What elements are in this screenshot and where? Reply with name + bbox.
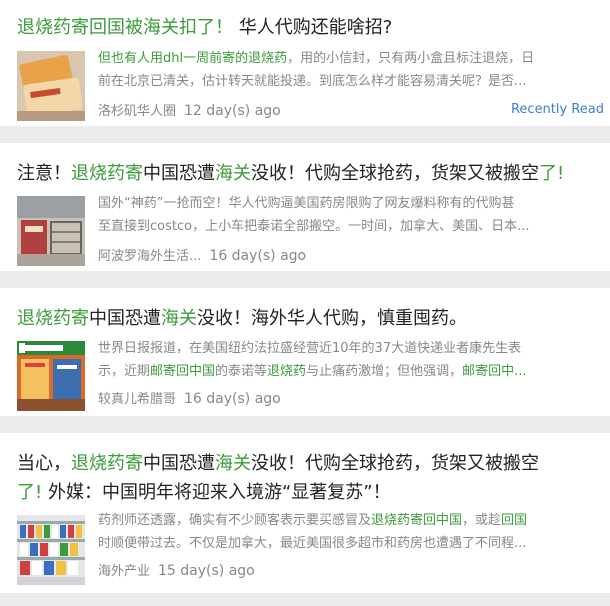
article-snippet: 药剂师还透露，确实有不少顾客表示要买感冒及退烧药寄回中国，或趁回国 时顺便带过去… [98,513,528,551]
article-thumbnail[interactable] [17,196,85,266]
post-age: 12 day(s) ago [184,103,281,119]
source-name[interactable]: 洛杉矶华人圈 [98,104,176,119]
article-meta: 海外产业 15 day(s) ago [98,560,255,579]
article-snippet: 世界日报报道，在美国纽约法拉盛经营近10年的37大道快递业者康先生表 示，近期邮… [98,341,527,379]
article-title[interactable]: 退烧药寄中国恐遭海关没收！海外华人代购，慎重囤药。 [17,304,602,333]
article-card[interactable]: 注意！退烧药寄中国恐遭海关没收！代购全球抢药，货架又被搬空了! 国外“神药”一抢… [0,143,610,271]
article-thumbnail[interactable] [17,51,85,121]
article-title[interactable]: 注意！退烧药寄中国恐遭海关没收！代购全球抢药，货架又被搬空了! [17,159,602,188]
article-card[interactable]: 退烧药寄回国被海关扣了！ 华人代购还能啥招? 但也有人用dhl一周前寄的退烧药，… [0,0,610,126]
article-snippet: 国外“神药”一抢而空！华人代购逼美国药房限购了网友爆料称有的代购甚 至直接到co… [98,196,530,234]
title-highlight: 退烧药寄回国被海关扣了！ [17,17,233,38]
title-text: 华人代购还能啥招? [233,17,393,38]
recently-read-label: Recently Read [510,102,604,117]
source-name[interactable]: 较真儿希腊哥 [98,392,176,407]
article-meta: 阿波罗海外生活... 16 day(s) ago [98,245,306,264]
post-age: 16 day(s) ago [184,391,281,407]
source-name[interactable]: 海外产业 [98,564,150,579]
article-meta: 洛杉矶华人圈 12 day(s) ago [98,100,281,119]
article-meta: 较真儿希腊哥 16 day(s) ago [98,388,281,407]
source-name[interactable]: 阿波罗海外生活... [98,249,201,264]
article-title[interactable]: 当心，退烧药寄中国恐遭海关没收！代购全球抢药，货架又被搬空 [17,449,602,478]
article-title-line2[interactable]: 了! 外媒：中国明年将迎来入境游“显著复苏”！ [17,478,602,507]
article-thumbnail[interactable] [17,515,85,585]
article-card[interactable]: 当心，退烧药寄中国恐遭海关没收！代购全球抢药，货架又被搬空 了! 外媒：中国明年… [0,433,610,593]
article-thumbnail[interactable] [17,341,85,411]
post-age: 15 day(s) ago [158,563,255,579]
article-card[interactable]: 退烧药寄中国恐遭海关没收！海外华人代购，慎重囤药。 世界日报报道，在美国纽约法拉… [0,288,610,416]
article-snippet: 但也有人用dhl一周前寄的退烧药，用的小信封，只有两小盒且标注退烧，日 前在北京… [98,51,535,89]
article-title[interactable]: 退烧药寄回国被海关扣了！ 华人代购还能啥招? [17,13,602,42]
post-age: 16 day(s) ago [209,248,307,264]
